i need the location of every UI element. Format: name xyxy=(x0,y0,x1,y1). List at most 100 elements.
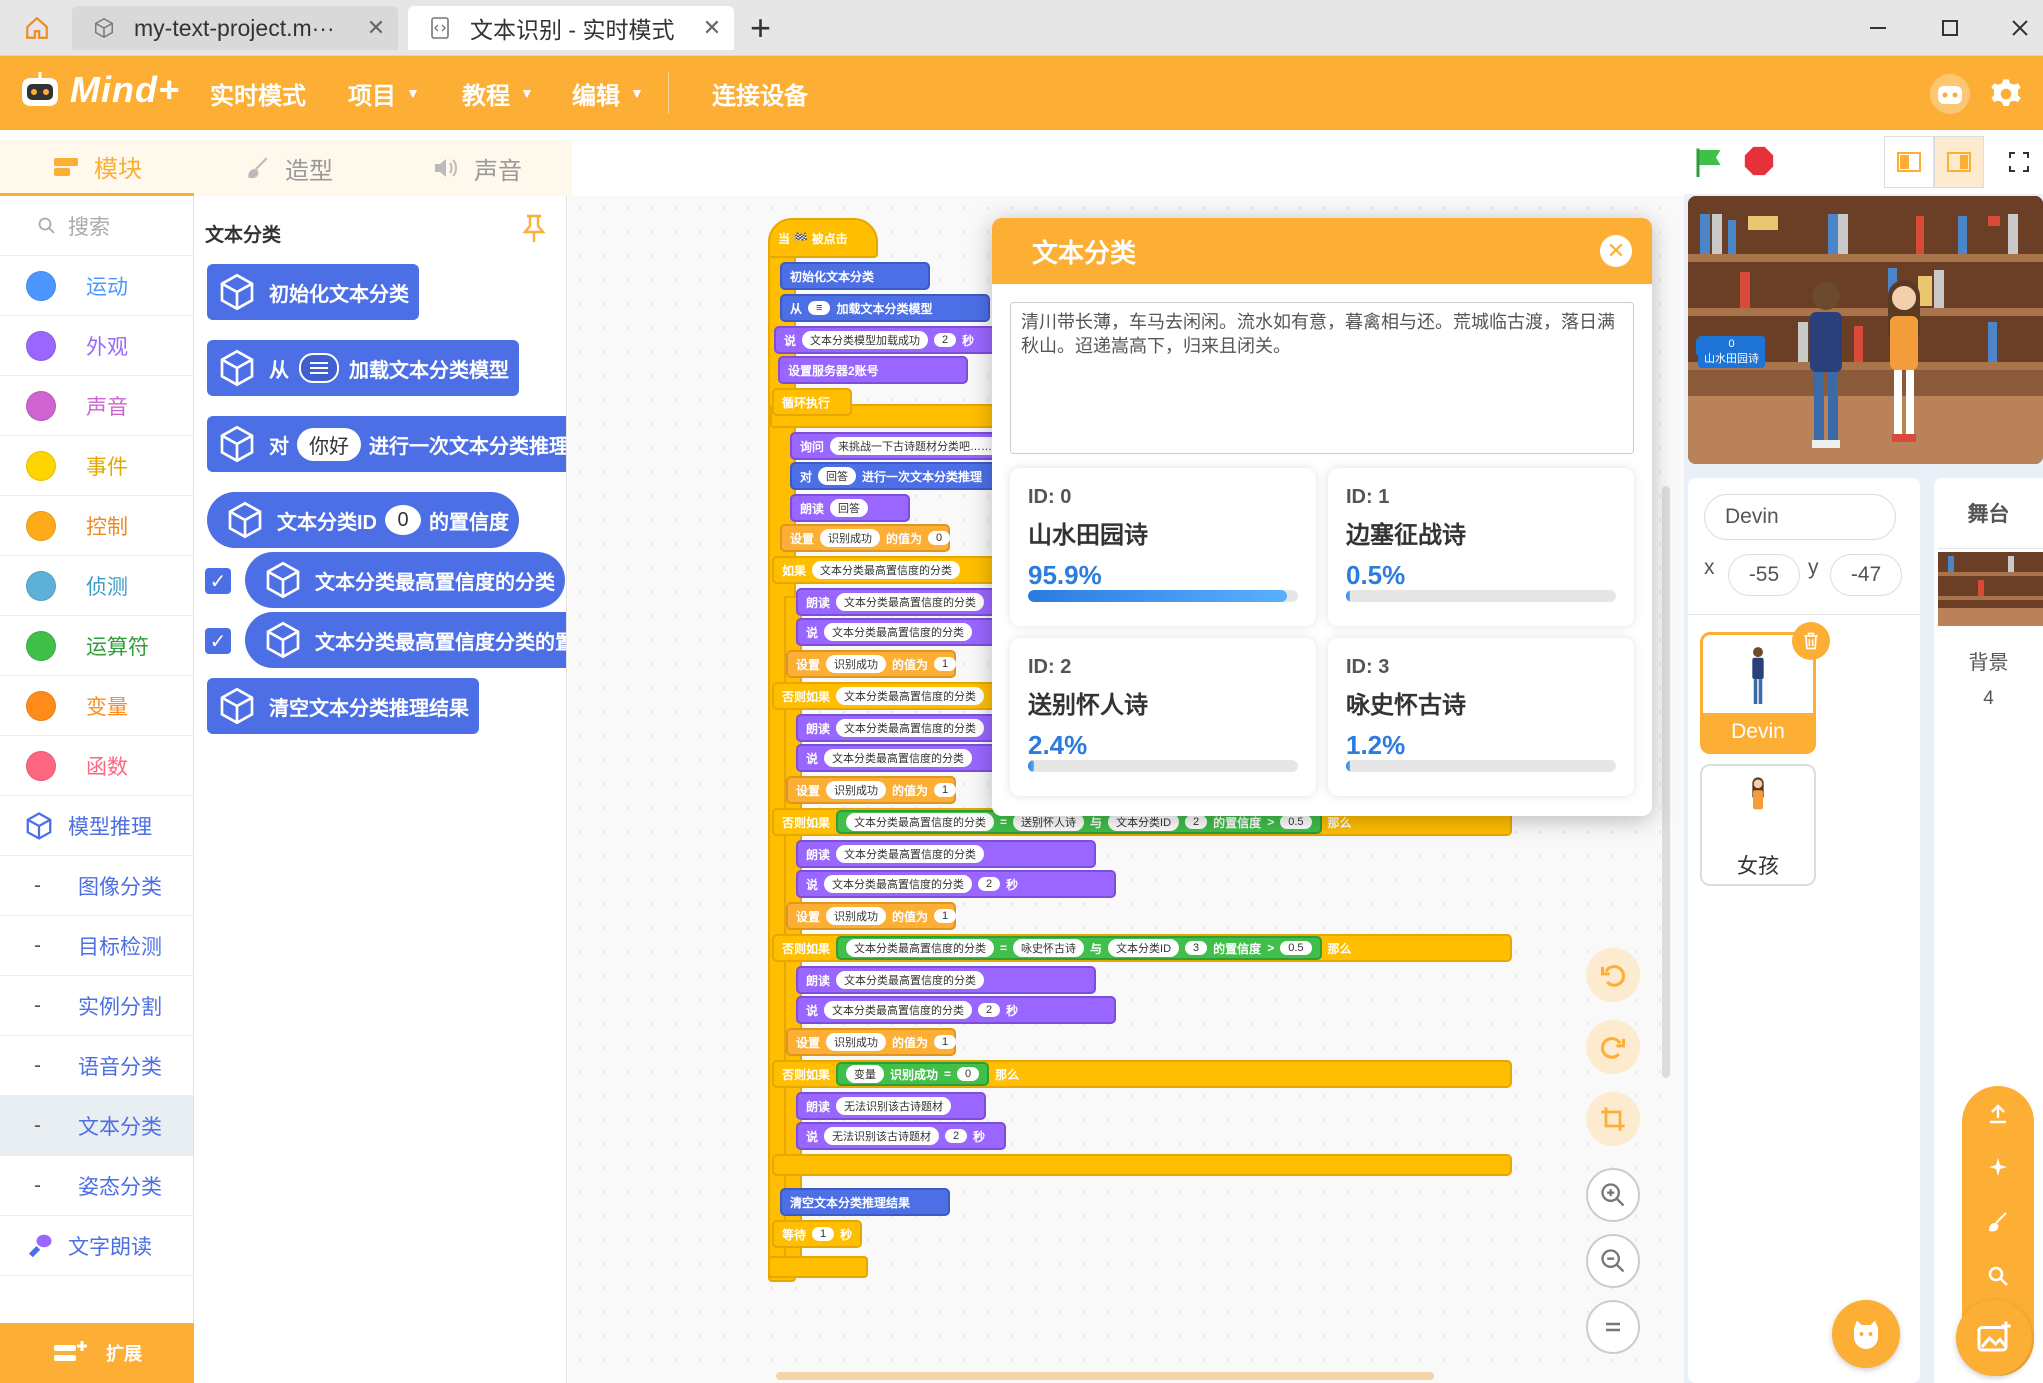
script-say-block[interactable]: 说文本分类模型加载成功 2 秒 xyxy=(774,326,1004,354)
script-say-fail-block[interactable]: 说无法识别该古诗题材 2 秒 xyxy=(796,1122,1006,1150)
sprite-tile-girl[interactable]: 女孩 xyxy=(1700,764,1816,886)
script-set-success-block[interactable]: 设置 识别成功 的值为 1 xyxy=(786,776,957,804)
subcategory-text-classification[interactable]: - 文本分类 xyxy=(0,1096,193,1156)
subcategory-pose-classification[interactable]: - 姿态分类 xyxy=(0,1156,193,1216)
add-sprite-button[interactable] xyxy=(1832,1300,1900,1368)
home-button[interactable] xyxy=(14,10,60,46)
category-text-to-speech[interactable]: 文字朗读 xyxy=(0,1216,193,1276)
script-server-block[interactable]: 设置服务器2账号 xyxy=(778,356,968,384)
subcategory-audio-classification[interactable]: - 语音分类 xyxy=(0,1036,193,1096)
minimize-button[interactable] xyxy=(1858,8,1898,48)
category-motion[interactable]: 运动 xyxy=(0,256,193,316)
ai-assistant-button[interactable] xyxy=(1928,72,1972,116)
script-read-top-block[interactable]: 朗读 文本分类最高置信度的分类 xyxy=(796,840,1096,868)
surprise-backdrop-button[interactable] xyxy=(1976,1148,2020,1188)
script-init-block[interactable]: 初始化文本分类 xyxy=(780,262,930,290)
script-read-answer-block[interactable]: 朗读 回答 xyxy=(790,494,910,522)
delete-sprite-button[interactable] xyxy=(1792,622,1830,660)
category-sensing[interactable]: 侦测 xyxy=(0,556,193,616)
category-model-inference[interactable]: 模型推理 xyxy=(0,796,193,856)
sprite-x-input[interactable]: -55 xyxy=(1728,554,1800,596)
paint-backdrop-button[interactable] xyxy=(1976,1202,2020,1242)
menu-tutorial[interactable]: 教程 ▼ xyxy=(462,56,534,130)
category-variables[interactable]: 变量 xyxy=(0,676,193,736)
category-events[interactable]: 事件 xyxy=(0,436,193,496)
settings-button[interactable] xyxy=(1984,72,2028,116)
extension-button[interactable]: 扩展 xyxy=(0,1323,194,1383)
block-init-text-classification[interactable]: 初始化文本分类 xyxy=(207,264,419,320)
horizontal-scrollbar[interactable] xyxy=(776,1372,1434,1380)
id-number-slot[interactable]: 0 xyxy=(385,505,421,535)
block-run-text-inference[interactable]: 对 你好 进行一次文本分类推理 xyxy=(207,416,566,472)
script-read-fail-block[interactable]: 朗读 无法识别该古诗题材 xyxy=(796,1092,986,1120)
script-wait-block[interactable]: 等待 1 秒 xyxy=(772,1220,862,1248)
category-operators[interactable]: 运算符 xyxy=(0,616,193,676)
tab-sounds[interactable]: 声音 xyxy=(384,140,570,196)
script-set-success-block[interactable]: 设置 识别成功 的值为 1 xyxy=(786,1028,957,1056)
category-sound[interactable]: 声音 xyxy=(0,376,193,436)
stage-variable-monitor[interactable]: 0 山水田园诗 xyxy=(1698,336,1765,368)
block-class-id-confidence[interactable]: 文本分类ID 0 的置信度 xyxy=(207,492,519,548)
close-icon[interactable]: ✕ xyxy=(354,15,398,41)
small-stage-button[interactable] xyxy=(1884,136,1934,188)
new-tab-button[interactable]: + xyxy=(750,8,771,48)
upload-backdrop-button[interactable] xyxy=(1976,1094,2020,1134)
subcategory-image-classification[interactable]: - 图像分类 xyxy=(0,856,193,916)
script-loop-block[interactable]: 循环执行 xyxy=(772,388,852,416)
window-close-button[interactable] xyxy=(2000,8,2040,48)
zoom-in-button[interactable] xyxy=(1586,1168,1640,1222)
script-set-var-block[interactable]: 设置 识别成功 的值为 0 xyxy=(780,524,951,552)
input-text-area[interactable]: 清川带长薄，车马去闲闲。流水如有意，暮禽相与还。荒城临古渡，落日满秋山。迢递嵩高… xyxy=(1010,302,1634,454)
block-top-confidence[interactable]: 文本分类最高置信度分类的置信度 xyxy=(245,612,566,668)
backdrop-thumbnail[interactable] xyxy=(1938,552,2043,626)
tab-costumes[interactable]: 造型 xyxy=(196,140,382,196)
script-set-success-block[interactable]: 设置 识别成功 的值为 1 xyxy=(786,902,957,930)
subcategory-instance-segmentation[interactable]: - 实例分割 xyxy=(0,976,193,1036)
script-elif-block-4[interactable]: 否则如果 变量 识别成功 = 0 那么 xyxy=(772,1060,1512,1088)
script-elif-block-3[interactable]: 否则如果 文本分类最高置信度的分类 = 咏史怀古诗与文本分类ID 3 的置信度 >0.5 … xyxy=(772,934,1512,962)
when-flag-clicked-block[interactable]: 当 🏁 被点击 xyxy=(768,218,878,258)
category-control[interactable]: 控制 xyxy=(0,496,193,556)
script-set-success-block[interactable]: 设置 识别成功 的值为 1 xyxy=(786,650,957,678)
search-backdrop-button[interactable] xyxy=(1976,1256,2020,1296)
stop-button[interactable] xyxy=(1742,144,1776,183)
script-say-top-block[interactable]: 说文本分类最高置信度的分类 2 秒 xyxy=(796,870,1116,898)
pin-icon[interactable] xyxy=(521,214,547,249)
dialog-close-button[interactable]: ✕ xyxy=(1600,235,1632,267)
close-icon[interactable]: ✕ xyxy=(690,15,734,41)
zoom-out-button[interactable] xyxy=(1586,1234,1640,1288)
tab-project[interactable]: my-text-project.m··· ✕ xyxy=(72,6,398,50)
add-backdrop-button[interactable] xyxy=(1956,1300,2032,1376)
script-load-block[interactable]: 从 ≡ 加载文本分类模型 xyxy=(780,294,990,322)
script-read-top-block[interactable]: 朗读 文本分类最高置信度的分类 xyxy=(796,966,1096,994)
maximize-button[interactable] xyxy=(1930,8,1970,48)
stage-canvas[interactable]: 0 山水田园诗 xyxy=(1688,196,2043,464)
checkbox-top-class[interactable]: ✓ xyxy=(205,568,231,594)
subcategory-object-detection[interactable]: - 目标检测 xyxy=(0,916,193,976)
block-top-class[interactable]: 文本分类最高置信度的分类 xyxy=(245,552,565,608)
girl-sprite[interactable] xyxy=(1874,276,1934,456)
undo-button[interactable] xyxy=(1586,948,1640,1002)
fullscreen-button[interactable] xyxy=(1994,136,2043,188)
zoom-reset-button[interactable] xyxy=(1586,1300,1640,1354)
model-menu-icon[interactable] xyxy=(299,353,339,383)
script-say-top-block[interactable]: 说文本分类最高置信度的分类 2 秒 xyxy=(796,996,1116,1024)
tab-blocks[interactable]: 模块 xyxy=(0,140,194,196)
category-functions[interactable]: 函数 xyxy=(0,736,193,796)
vertical-scrollbar[interactable] xyxy=(1662,486,1670,1078)
category-looks[interactable]: 外观 xyxy=(0,316,193,376)
redo-button[interactable] xyxy=(1586,1020,1640,1074)
menu-project[interactable]: 项目 ▼ xyxy=(348,56,420,130)
crop-button[interactable] xyxy=(1586,1092,1640,1146)
checkbox-top-confidence[interactable]: ✓ xyxy=(205,628,231,654)
block-clear-results[interactable]: 清空文本分类推理结果 xyxy=(207,678,479,734)
large-stage-button[interactable] xyxy=(1934,136,1984,188)
menu-connect-device[interactable]: 连接设备 xyxy=(712,56,808,130)
text-input-slot[interactable]: 你好 xyxy=(297,427,361,461)
green-flag-button[interactable] xyxy=(1692,144,1728,185)
script-clear-block[interactable]: 清空文本分类推理结果 xyxy=(780,1188,950,1216)
devin-sprite[interactable] xyxy=(1796,276,1856,456)
block-load-text-model[interactable]: 从 加载文本分类模型 xyxy=(207,340,519,396)
sprite-name-input[interactable]: Devin xyxy=(1704,494,1896,540)
menu-edit[interactable]: 编辑 ▼ xyxy=(572,56,644,130)
